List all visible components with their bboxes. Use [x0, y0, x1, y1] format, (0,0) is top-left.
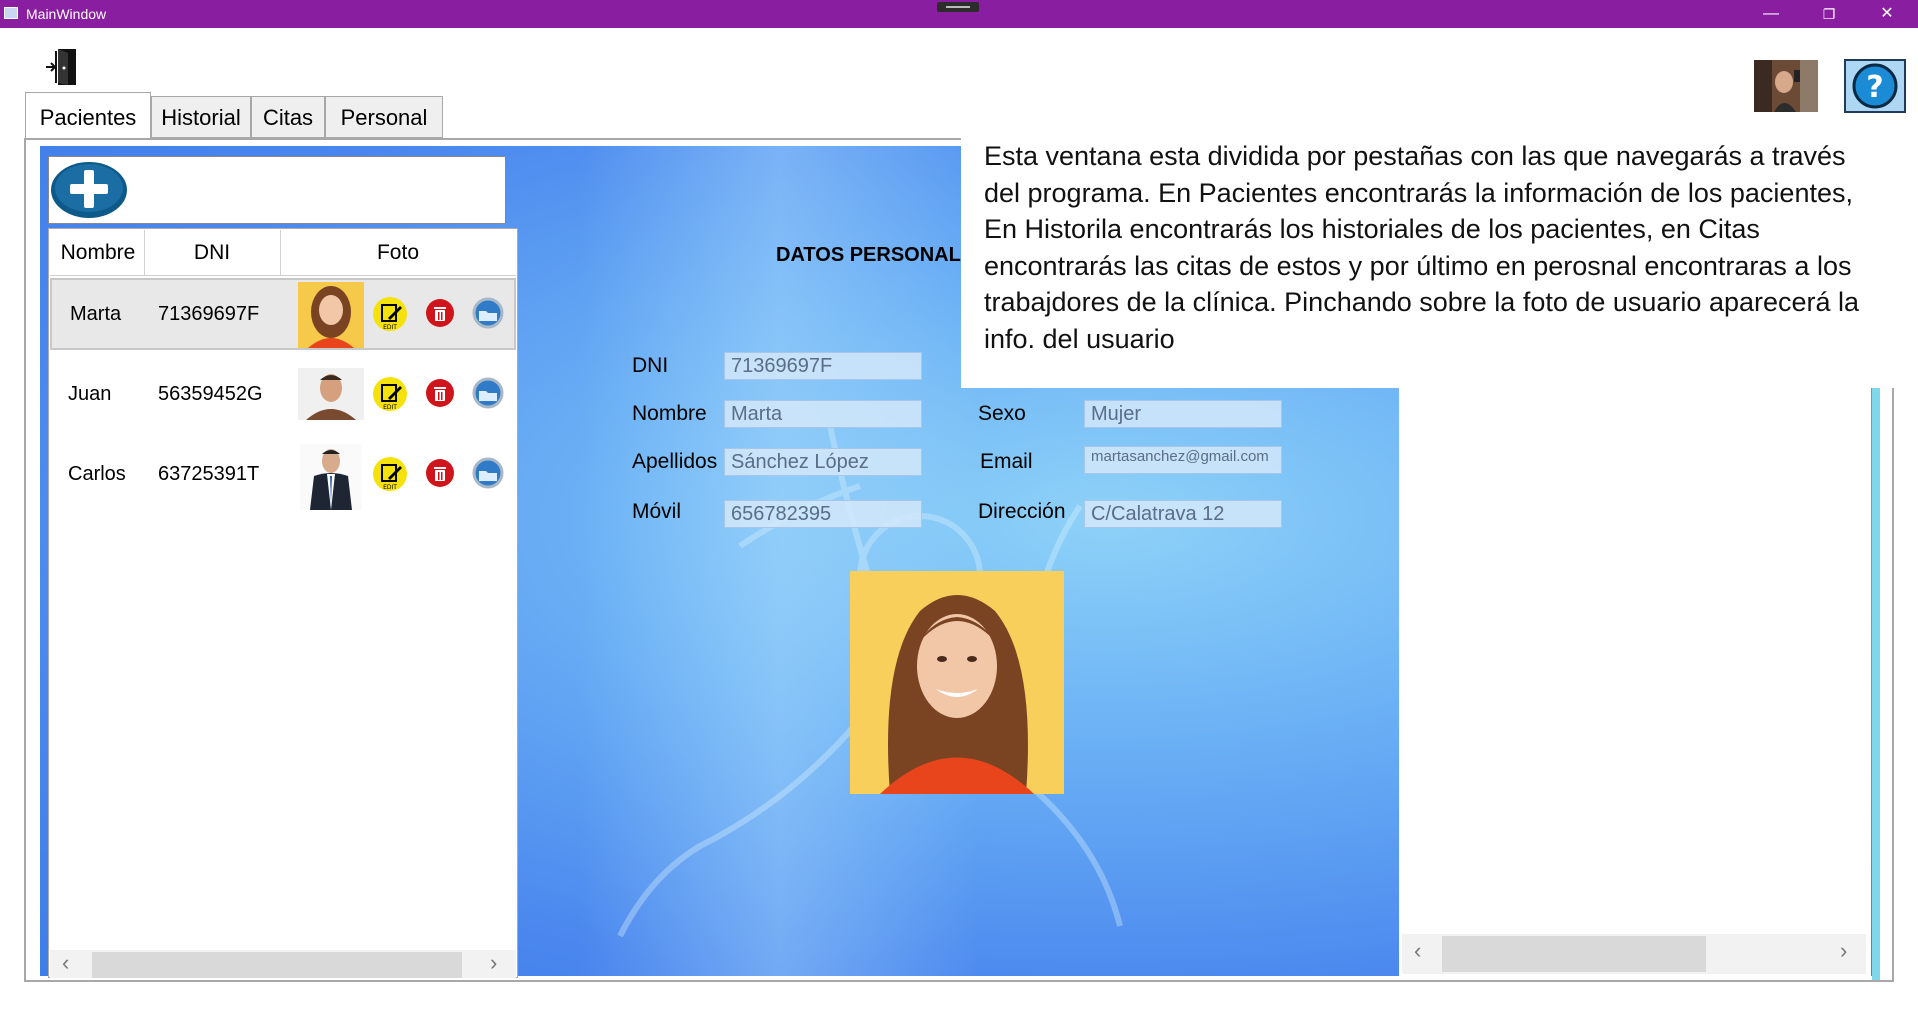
app-icon	[4, 7, 18, 19]
add-patient-button[interactable]	[50, 161, 128, 219]
label-email: Email	[980, 450, 1033, 473]
window-title: MainWindow	[26, 6, 107, 22]
user-avatar[interactable]	[1754, 60, 1818, 112]
svg-text:EDIT: EDIT	[383, 484, 397, 491]
patient-name: Marta	[70, 303, 122, 325]
view-icon	[472, 297, 504, 329]
delete-button[interactable]	[422, 296, 458, 332]
edit-icon: EDIT	[373, 377, 407, 411]
column-header-dni[interactable]: DNI	[144, 230, 281, 275]
side-panel-border	[1872, 388, 1880, 980]
help-button[interactable]: ?	[1844, 59, 1906, 113]
side-panel-scroll-thumb[interactable]	[1442, 936, 1706, 972]
delete-icon	[426, 379, 454, 407]
view-icon	[472, 457, 504, 489]
window-snap-handle[interactable]	[937, 2, 979, 12]
svg-text:EDIT: EDIT	[383, 324, 397, 331]
view-button[interactable]	[470, 376, 506, 412]
close-button[interactable]: ✕	[1860, 0, 1914, 28]
view-button[interactable]	[470, 456, 506, 492]
edit-icon: EDIT	[373, 457, 407, 491]
tab-pacientes[interactable]: Pacientes	[25, 92, 151, 140]
movil-field[interactable]: 656782395	[724, 500, 922, 528]
view-button[interactable]	[470, 296, 506, 332]
patient-photo	[850, 571, 1064, 794]
delete-icon	[426, 459, 454, 487]
edit-button[interactable]: EDIT	[372, 376, 408, 412]
sexo-field[interactable]: Mujer	[1084, 400, 1282, 428]
title-bar: MainWindow — ❐ ✕	[0, 0, 1918, 28]
edit-button[interactable]: EDIT	[372, 296, 408, 332]
tab-citas[interactable]: Citas	[251, 96, 325, 138]
patient-photo-thumb	[298, 368, 364, 420]
direccion-field[interactable]: C/Calatrava 12	[1084, 500, 1282, 528]
column-header-nombre[interactable]: Nombre	[52, 230, 145, 275]
user-avatar-icon	[1754, 60, 1818, 112]
patient-dni: 71369697F	[158, 303, 260, 325]
scroll-right-arrow[interactable]: ›	[1840, 938, 1847, 964]
tab-personal[interactable]: Personal	[325, 96, 443, 138]
delete-icon	[426, 299, 454, 327]
minimize-button[interactable]: —	[1744, 0, 1798, 28]
svg-text:EDIT: EDIT	[383, 404, 397, 411]
scroll-left-arrow[interactable]: ‹	[1414, 938, 1421, 964]
nombre-field[interactable]: Marta	[724, 400, 922, 428]
delete-button[interactable]	[422, 376, 458, 412]
question-mark-icon: ?	[1852, 63, 1898, 109]
delete-button[interactable]	[422, 456, 458, 492]
label-sexo: Sexo	[978, 402, 1026, 425]
scroll-left-arrow[interactable]: ‹	[62, 950, 69, 976]
label-nombre: Nombre	[632, 402, 707, 425]
exit-button[interactable]	[44, 47, 80, 87]
edit-icon: EDIT	[373, 297, 407, 331]
patient-list-scroll-thumb[interactable]	[92, 952, 462, 978]
tab-historial[interactable]: Historial	[151, 96, 251, 138]
patient-dni: 63725391T	[158, 463, 260, 485]
patient-dni: 56359452G	[158, 383, 263, 405]
help-text: Esta ventana esta dividida por pestañas …	[984, 141, 1860, 354]
exit-door-icon	[46, 49, 76, 85]
svg-text:?: ?	[1866, 70, 1883, 105]
patient-name: Carlos	[68, 463, 126, 485]
patient-photo-thumb	[298, 282, 364, 348]
column-header-foto[interactable]: Foto	[280, 230, 516, 275]
view-icon	[472, 377, 504, 409]
patient-photo-thumb	[300, 444, 362, 510]
details-side-panel	[1399, 388, 1871, 980]
label-apellidos: Apellidos	[632, 450, 718, 473]
plus-icon	[51, 162, 127, 218]
edit-button[interactable]: EDIT	[372, 456, 408, 492]
label-dni: DNI	[632, 354, 669, 377]
maximize-button[interactable]: ❐	[1802, 0, 1856, 28]
email-field[interactable]: martasanchez@gmail.com	[1084, 446, 1282, 474]
dni-field[interactable]: 71369697F	[724, 352, 922, 380]
section-title: DATOS PERSONAL	[776, 244, 961, 266]
label-direccion: Dirección	[978, 500, 1066, 523]
apellidos-field[interactable]: Sánchez López	[724, 448, 922, 476]
scroll-right-arrow[interactable]: ›	[490, 950, 497, 976]
label-movil: Móvil	[632, 500, 682, 523]
patient-name: Juan	[68, 383, 112, 405]
